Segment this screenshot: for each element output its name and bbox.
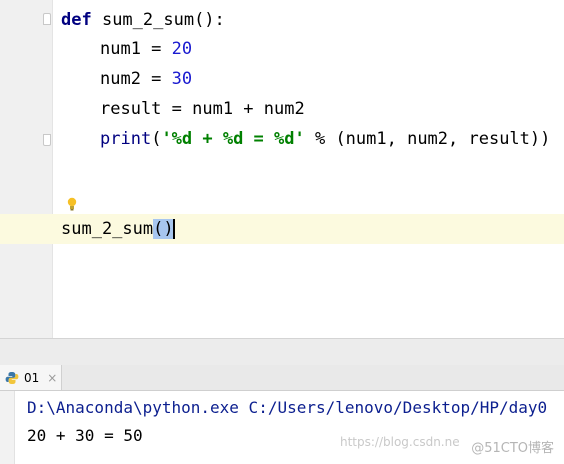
editor-gutter[interactable]	[0, 0, 53, 338]
watermark-site: @51CTO博客	[471, 441, 554, 456]
code-line-num2[interactable]: num2 = 30	[61, 64, 192, 94]
code-line-def[interactable]: def sum_2_sum():	[61, 5, 225, 35]
text-caret	[172, 219, 175, 239]
function-signature: sum_2_sum():	[91, 10, 225, 30]
code-line-call[interactable]: sum_2_sum()	[61, 214, 175, 244]
run-tool-window-tabs: 01 ×	[0, 365, 564, 391]
code-line-num1[interactable]: num1 = 20	[61, 34, 192, 64]
console-command-line: D:\Anaconda\python.exe C:/Users/lenovo/D…	[27, 398, 548, 417]
num1-assignment: num1 =	[100, 39, 172, 59]
console-gutter	[0, 391, 15, 464]
python-icon	[5, 371, 19, 384]
lightbulb-icon[interactable]	[67, 197, 77, 211]
panel-divider[interactable]	[0, 338, 564, 366]
fold-open-icon[interactable]	[43, 13, 51, 25]
result-assignment: result = num1 + num2	[100, 99, 305, 119]
call-function-name: sum_2_sum	[61, 219, 154, 239]
run-tab-01[interactable]: 01 ×	[0, 365, 62, 390]
call-parens-highlight: ()	[153, 219, 174, 239]
console-output-line: 20 + 30 = 50	[27, 426, 143, 445]
close-icon[interactable]: ×	[47, 371, 57, 385]
num2-value: 30	[171, 69, 193, 89]
run-tab-label: 01	[24, 370, 40, 385]
fold-close-icon[interactable]	[43, 134, 51, 146]
def-keyword: def	[61, 10, 92, 30]
num2-assignment: num2 =	[100, 69, 172, 89]
code-line-result[interactable]: result = num1 + num2	[61, 94, 305, 124]
print-function: print	[100, 129, 152, 149]
code-editor[interactable]: def sum_2_sum(): num1 = 20 num2 = 30 res…	[0, 0, 564, 338]
num1-value: 20	[171, 39, 193, 59]
code-line-print[interactable]: print('%d + %d = %d' % (num1, num2, resu…	[61, 124, 550, 154]
print-args: % (num1, num2, result))	[304, 129, 551, 149]
print-open-paren: (	[151, 129, 162, 149]
format-string: '%d + %d = %d'	[161, 129, 305, 149]
watermark-url: https://blog.csdn.ne	[340, 435, 460, 449]
